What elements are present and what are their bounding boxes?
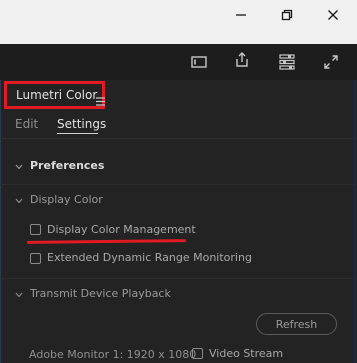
- divider: [0, 138, 354, 139]
- panel-layout-icon: [191, 56, 207, 68]
- settings-sliders-button[interactable]: [278, 53, 296, 71]
- chevron-down-icon[interactable]: [15, 198, 23, 204]
- export-button[interactable]: [233, 51, 251, 69]
- section-preferences[interactable]: Preferences: [30, 159, 104, 172]
- extended-dynamic-range-label[interactable]: Extended Dynamic Range Monitoring: [47, 251, 252, 264]
- window-titlebar: [0, 0, 357, 44]
- monitor-label: Adobe Monitor 1: 1920 x 1080: [29, 348, 197, 361]
- minimize-button[interactable]: [218, 0, 264, 30]
- display-color-management-label[interactable]: Display Color Management: [47, 223, 196, 236]
- divider: [0, 278, 354, 279]
- panel-menu-button[interactable]: [96, 91, 105, 106]
- panel-layout-button[interactable]: [190, 53, 208, 71]
- settings-sliders-icon: [279, 54, 295, 70]
- display-color-management-checkbox[interactable]: [30, 224, 41, 235]
- chevron-down-icon[interactable]: [15, 164, 23, 170]
- close-button[interactable]: [310, 0, 356, 30]
- video-stream-label[interactable]: Video Stream: [209, 347, 283, 360]
- close-icon: [328, 10, 338, 20]
- app-toolbar: [0, 44, 357, 80]
- refresh-button[interactable]: Refresh: [256, 313, 337, 335]
- tab-edit[interactable]: Edit: [15, 117, 38, 131]
- chevron-down-icon[interactable]: [15, 292, 23, 298]
- restore-icon: [281, 9, 293, 21]
- section-transmit-device-playback[interactable]: Transmit Device Playback: [30, 287, 171, 300]
- minimize-icon: [236, 14, 246, 16]
- panel-left-border: [0, 80, 1, 363]
- active-tab-indicator: [57, 133, 98, 134]
- fullscreen-icon: [324, 55, 338, 69]
- panel-title[interactable]: Lumetri Color: [16, 88, 97, 102]
- video-stream-checkbox[interactable]: [192, 348, 203, 359]
- export-icon: [236, 52, 248, 67]
- extended-dynamic-range-checkbox[interactable]: [30, 253, 41, 264]
- hamburger-menu-icon: [96, 97, 105, 106]
- restore-button[interactable]: [264, 0, 310, 30]
- tab-settings[interactable]: Settings: [57, 117, 106, 131]
- fullscreen-button[interactable]: [322, 53, 340, 71]
- panel-divider[interactable]: [354, 80, 356, 363]
- divider: [0, 184, 354, 185]
- section-display-color[interactable]: Display Color: [30, 193, 103, 206]
